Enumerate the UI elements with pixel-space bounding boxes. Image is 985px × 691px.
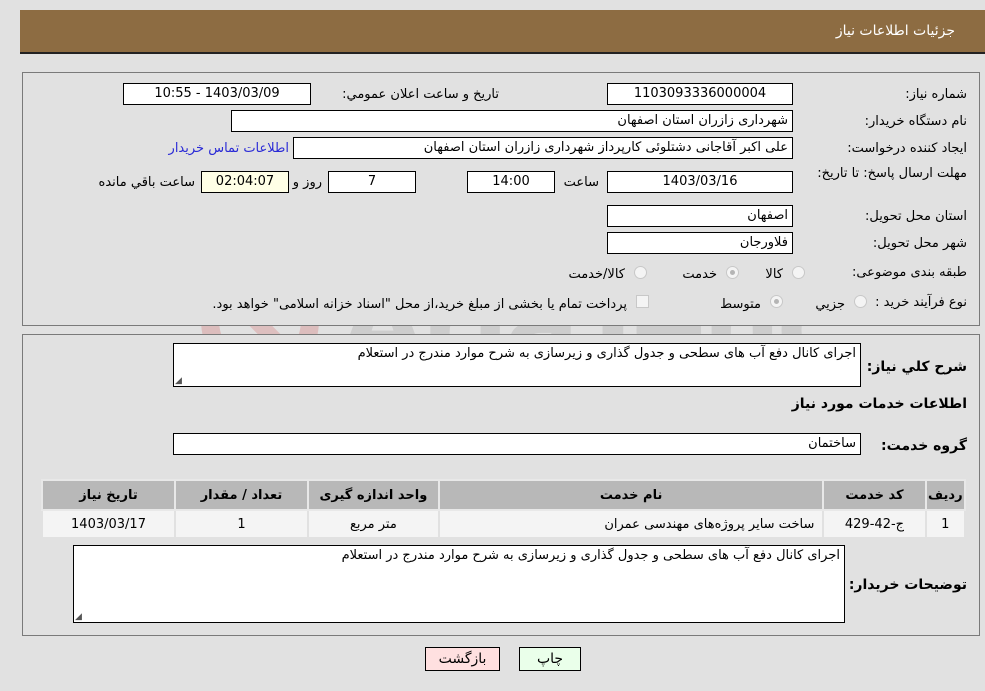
back-button[interactable]: بازگشت xyxy=(425,647,500,671)
cell-quantity: 1 xyxy=(174,509,309,539)
announce-label: تاریخ و ساعت اعلان عمومي: xyxy=(342,87,499,102)
page-header: جزئیات اطلاعات نیاز xyxy=(20,10,985,54)
summary-label: شرح کلي نیاز: xyxy=(866,359,967,375)
category-option-goods-service: کالا/خدمت xyxy=(568,267,625,282)
requester-label: ایجاد کننده درخواست: xyxy=(847,141,967,156)
province-field: اصفهان xyxy=(607,205,793,227)
treasury-checkbox-label: پرداخت تمام یا بخشی از مبلغ خرید،از محل … xyxy=(212,297,627,312)
process-option-minor: جزيي xyxy=(815,297,845,312)
province-label: استان محل تحویل: xyxy=(865,209,967,224)
summary-wrapper: ◢ xyxy=(173,343,861,387)
table-row: 1 ج-42-429 ساخت سایر پروژه‌های مهندسی عم… xyxy=(41,509,967,539)
services-table: ردیف کد خدمت نام خدمت واحد اندازه گیری ت… xyxy=(41,479,967,539)
buyer-contact-link[interactable]: اطلاعات تماس خریدار xyxy=(169,141,289,156)
announce-datetime-field: 1403/03/09 - 10:55 xyxy=(123,83,311,105)
deadline-time-field: 14:00 xyxy=(467,171,555,193)
time-label: ساعت xyxy=(563,175,599,190)
col-header-service-code: کد خدمت xyxy=(822,479,927,511)
col-header-need-date: تاریخ نیاز xyxy=(41,479,176,511)
category-label: طبقه بندی موضوعی: xyxy=(851,265,967,280)
services-panel: شرح کلي نیاز: ◢ اطلاعات خدمات مورد نیاز … xyxy=(22,334,980,636)
col-header-quantity: تعداد / مقدار xyxy=(174,479,309,511)
city-field: فلاورجان xyxy=(607,232,793,254)
process-label: نوع فرآیند خرید : xyxy=(875,295,967,310)
services-heading: اطلاعات خدمات مورد نیاز xyxy=(791,396,967,412)
resize-grip-icon[interactable]: ◢ xyxy=(175,376,182,386)
buyer-notes-textarea[interactable] xyxy=(73,545,845,623)
process-option-medium: متوسط xyxy=(720,297,761,312)
col-header-unit: واحد اندازه گیری xyxy=(306,479,440,511)
resize-grip-icon[interactable]: ◢ xyxy=(75,612,82,622)
deadline-label: مهلت ارسال پاسخ: تا تاریخ: xyxy=(817,166,967,181)
city-label: شهر محل تحویل: xyxy=(872,236,967,251)
need-number-field: 1103093336000004 xyxy=(607,83,793,105)
category-radio-goods[interactable] xyxy=(792,266,805,279)
cell-need-date: 1403/03/17 xyxy=(41,509,176,539)
page-title: جزئیات اطلاعات نیاز xyxy=(835,23,955,39)
process-radio-minor[interactable] xyxy=(854,295,867,308)
deadline-date-field: 1403/03/16 xyxy=(607,171,793,193)
service-group-field: ساختمان xyxy=(173,433,861,455)
buyer-notes-wrapper: ◢ xyxy=(73,545,845,623)
summary-textarea[interactable] xyxy=(173,343,861,387)
buyer-notes-label: توضیحات خریدار: xyxy=(848,577,967,593)
treasury-checkbox[interactable] xyxy=(636,295,649,308)
cell-unit: متر مربع xyxy=(306,509,440,539)
service-group-label: گروه خدمت: xyxy=(881,438,967,454)
process-radio-medium[interactable] xyxy=(770,295,783,308)
cell-service-name: ساخت سایر پروژه‌های مهندسی عمران xyxy=(437,509,825,539)
print-button[interactable]: چاپ xyxy=(519,647,581,671)
category-option-service: خدمت xyxy=(682,267,717,282)
need-number-label: شماره نیاز: xyxy=(905,87,967,102)
table-header-row: ردیف کد خدمت نام خدمت واحد اندازه گیری ت… xyxy=(41,479,967,511)
buyer-org-field: شهرداری زازران استان اصفهان xyxy=(231,110,793,132)
cell-row-number: 1 xyxy=(924,509,967,539)
days-label: روز و xyxy=(292,175,322,190)
remaining-label: ساعت باقي مانده xyxy=(98,175,195,190)
col-header-service-name: نام خدمت xyxy=(437,479,825,511)
remaining-time-field: 02:04:07 xyxy=(201,171,289,193)
category-radio-service[interactable] xyxy=(726,266,739,279)
category-radio-goods-service[interactable] xyxy=(634,266,647,279)
col-header-row-number: ردیف xyxy=(924,479,967,511)
cell-service-code: ج-42-429 xyxy=(822,509,927,539)
requester-field: علی اکبر آقاجانی دشتلوئی کارپرداز شهردار… xyxy=(293,137,793,159)
days-field: 7 xyxy=(328,171,416,193)
category-option-goods: کالا xyxy=(765,267,783,282)
need-details-panel: شماره نیاز: 1103093336000004 تاریخ و ساع… xyxy=(22,72,980,326)
buyer-org-label: نام دستگاه خریدار: xyxy=(864,114,967,129)
